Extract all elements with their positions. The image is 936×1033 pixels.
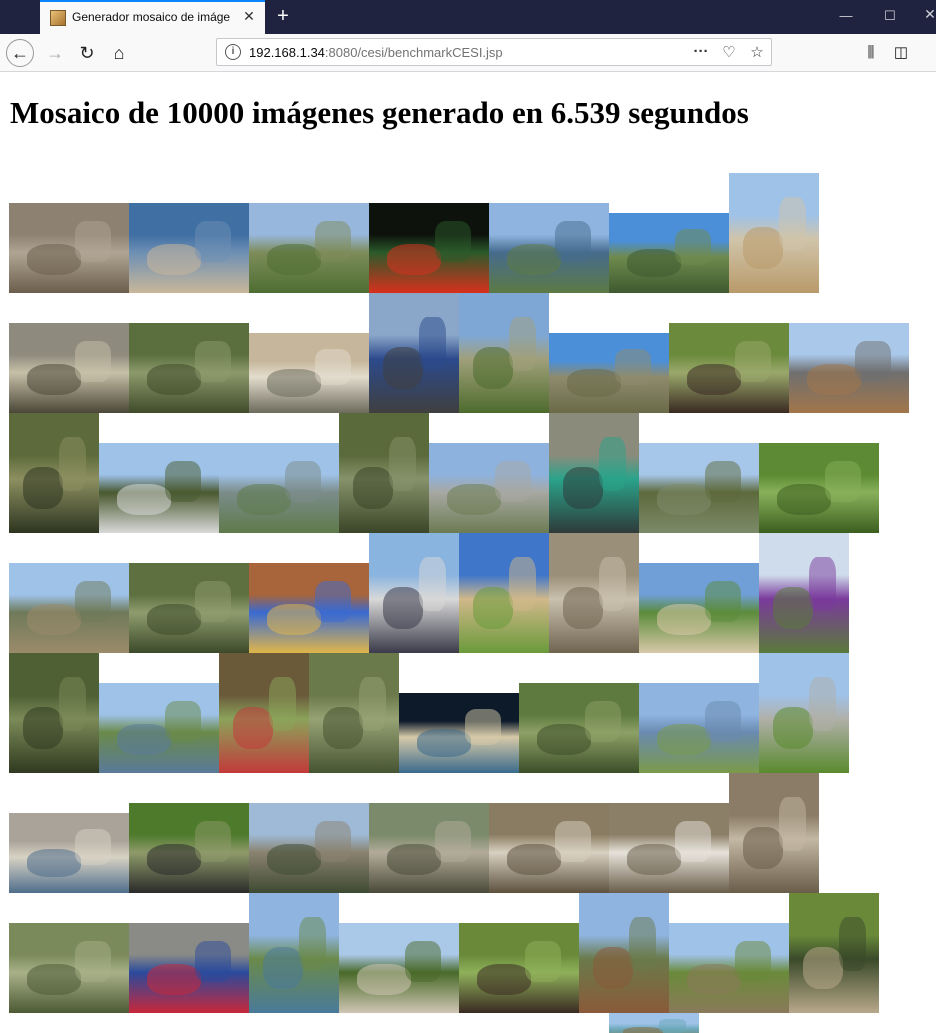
woman-eagle-photo [669,323,789,413]
river-city-photo [489,203,609,293]
university-building-photo [9,563,129,653]
window-close-icon[interactable]: ✕ [920,6,936,23]
flower-bouquet-photo [249,563,369,653]
url-text[interactable]: 192.168.1.34:8080/cesi/benchmarkCESI.jsp [249,45,503,60]
library-icon[interactable]: ⫼ [858,40,884,66]
maximize-icon[interactable]: ☐ [880,8,900,24]
town-hall-photo [639,443,759,533]
apartments-lawn-photo [639,563,759,653]
magpie-lawn-photo [129,803,249,893]
heritage-building-photo [729,173,819,293]
url-bar[interactable]: i 192.168.1.34:8080/cesi/benchmarkCESI.j… [216,38,772,66]
red-roses-photo [369,203,489,293]
close-icon[interactable]: ✕ [240,7,258,25]
man-owl-photo [789,893,879,1013]
gothic-church-photo [669,923,789,1013]
home-icon[interactable]: ⌂ [106,40,132,66]
city-riverbank-photo [219,443,339,533]
seagull-beach-photo [249,333,369,413]
park-monument-photo [459,293,549,413]
convention-centre-photo [99,683,219,773]
favicon-icon [50,10,66,26]
sculpture-plaza-photo [759,653,849,773]
page-content: Mosaico de 10000 imágenes generado en 6.… [0,72,936,1033]
colonial-building-photo [789,323,909,413]
roo-group-photo [489,803,609,893]
browser-titlebar: Generador mosaico de imágenes ✕ + — ☐ ✕ [0,0,936,34]
reload-icon[interactable]: ↻ [74,40,100,66]
mountain-valley-photo [609,213,729,293]
plus-icon[interactable]: + [272,4,294,28]
clocktower-photo [459,533,549,653]
tab-title: Generador mosaico de imágenes [72,10,230,24]
white-kangaroo-photo [609,803,729,893]
browser-tab[interactable]: Generador mosaico de imágenes ✕ [40,0,265,34]
riverside-park-photo [639,683,759,773]
koala-trunk-photo [9,923,129,1013]
war-memorial-photo [339,923,459,1013]
theatre-building-photo [99,443,219,533]
fountain-square-photo [369,803,489,893]
boulevard-photo [429,443,549,533]
navigation-toolbar: ← → ↻ ⌂ i 192.168.1.34:8080/cesi/benchma… [0,34,936,72]
bronze-fountain-photo [609,1013,699,1033]
minimize-icon[interactable]: — [836,8,856,23]
river-hills-photo [549,333,669,413]
palms-flowers-photo [759,533,849,653]
beach-birds-photo [9,813,129,893]
pocket-icon[interactable]: ♡ [719,43,739,61]
bird-handler-photo [459,923,579,1013]
terrace-walkway-photo [579,893,669,1013]
grazing-roos-photo [729,773,819,893]
more-dots-icon[interactable]: ··· [691,43,711,60]
marina-photo [129,203,249,293]
kangaroo-albino-photo [549,533,639,653]
star-icon[interactable]: ☆ [747,43,767,61]
koala-foliage-photo [129,563,249,653]
bush-trail-photo [9,413,99,533]
url-host: 192.168.1.34 [249,45,325,60]
shopping-street-photo [9,323,129,413]
cathedral-garden-photo [249,203,369,293]
back-arrow-icon[interactable]: ← [6,39,34,67]
lawn-bird-photo [759,443,879,533]
url-path: :8080/cesi/benchmarkCESI.jsp [324,45,503,60]
tram-window-photo [219,653,309,773]
info-icon[interactable]: i [225,44,241,60]
koala-leaves-photo [519,683,639,773]
sidebar-icon[interactable]: ◫ [888,40,914,66]
koala-branch-photo [339,413,429,533]
koala-closeup-photo [309,653,399,773]
forward-arrow-icon[interactable]: → [42,40,68,66]
night-bay-photo [399,693,519,773]
koala-hollow-photo [9,653,99,773]
kangaroos-photo [9,203,129,293]
lake-city-photo [249,893,339,1013]
costume-crowd-photo [369,533,459,653]
koala-tree-photo [129,323,249,413]
page-title: Mosaico de 10000 imágenes generado en 6.… [10,95,749,130]
mall-shoppers-photo [549,413,639,533]
rosella-parrot-photo [129,923,249,1013]
banner-street-photo [369,293,459,413]
memorial-walk-photo [249,803,369,893]
